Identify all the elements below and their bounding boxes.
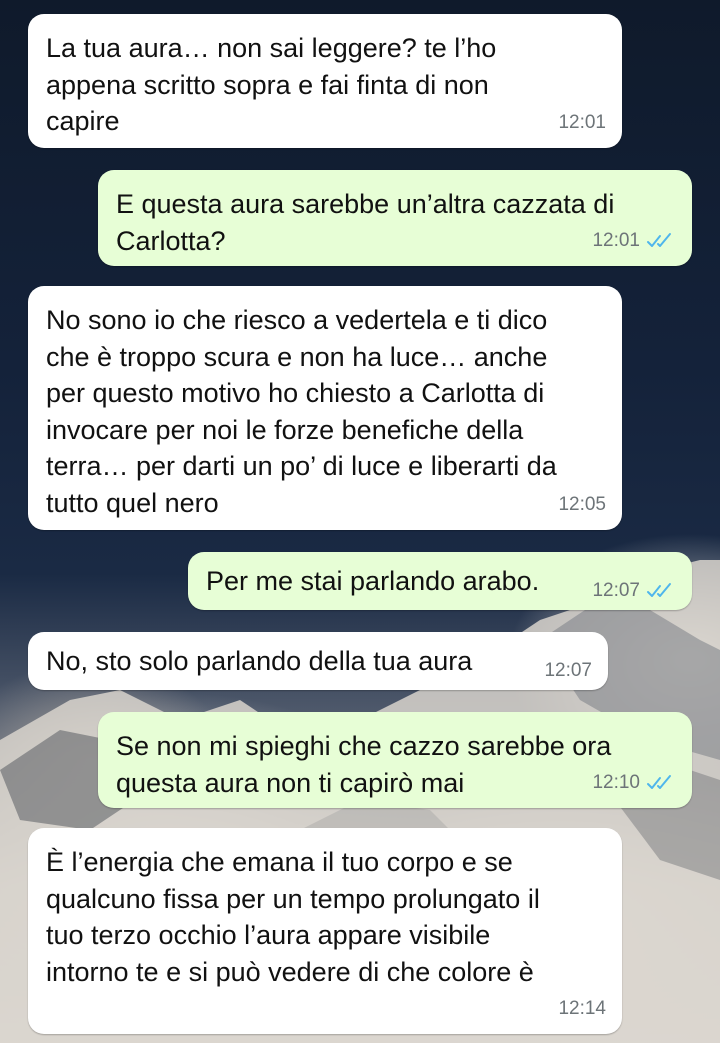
message-bubble-incoming[interactable]: No sono io che riesco a vedertela e ti d… (28, 286, 622, 530)
message-time: 12:07 (592, 580, 640, 601)
message-time: 12:14 (558, 998, 606, 1019)
message-text: Se non mi spieghi che cazzo sarebbe ora … (116, 731, 612, 798)
message-text: No, sto solo parlando della tua aura (46, 646, 473, 676)
message-bubble-outgoing[interactable]: E questa aura sarebbe un’altra cazzata d… (98, 170, 692, 266)
double-check-icon (647, 233, 671, 247)
message-text: No sono io che riesco a vedertela e ti d… (46, 305, 557, 518)
double-check-icon (647, 583, 671, 597)
message-time: 12:01 (592, 230, 640, 251)
message-meta: 12:01 (558, 112, 606, 134)
message-meta: 12:14 (558, 998, 606, 1020)
message-meta: 12:01 (592, 230, 676, 252)
message-bubble-incoming[interactable]: La tua aura… non sai leggere? te l’ho ap… (28, 14, 622, 148)
message-bubble-incoming[interactable]: È l’energia che emana il tuo corpo e se … (28, 828, 622, 1034)
message-time: 12:10 (592, 772, 640, 793)
message-text: Per me stai parlando arabo. (206, 566, 540, 596)
message-meta: 12:07 (592, 580, 676, 602)
message-bubble-outgoing[interactable]: Per me stai parlando arabo. 12:07 (188, 552, 692, 610)
message-time: 12:01 (558, 112, 606, 133)
message-time: 12:07 (544, 660, 592, 681)
message-time: 12:05 (558, 494, 606, 515)
double-check-icon (647, 775, 671, 789)
message-meta: 12:10 (592, 772, 676, 794)
message-text: È l’energia che emana il tuo corpo e se … (46, 847, 540, 987)
message-bubble-incoming[interactable]: No, sto solo parlando della tua aura 12:… (28, 632, 608, 690)
chat-message-list[interactable]: La tua aura… non sai leggere? te l’ho ap… (0, 0, 720, 1043)
message-meta: 12:05 (558, 494, 606, 516)
message-bubble-outgoing[interactable]: Se non mi spieghi che cazzo sarebbe ora … (98, 712, 692, 808)
message-text: La tua aura… non sai leggere? te l’ho ap… (46, 33, 497, 136)
message-text: E questa aura sarebbe un’altra cazzata d… (116, 189, 615, 256)
message-meta: 12:07 (544, 660, 592, 682)
